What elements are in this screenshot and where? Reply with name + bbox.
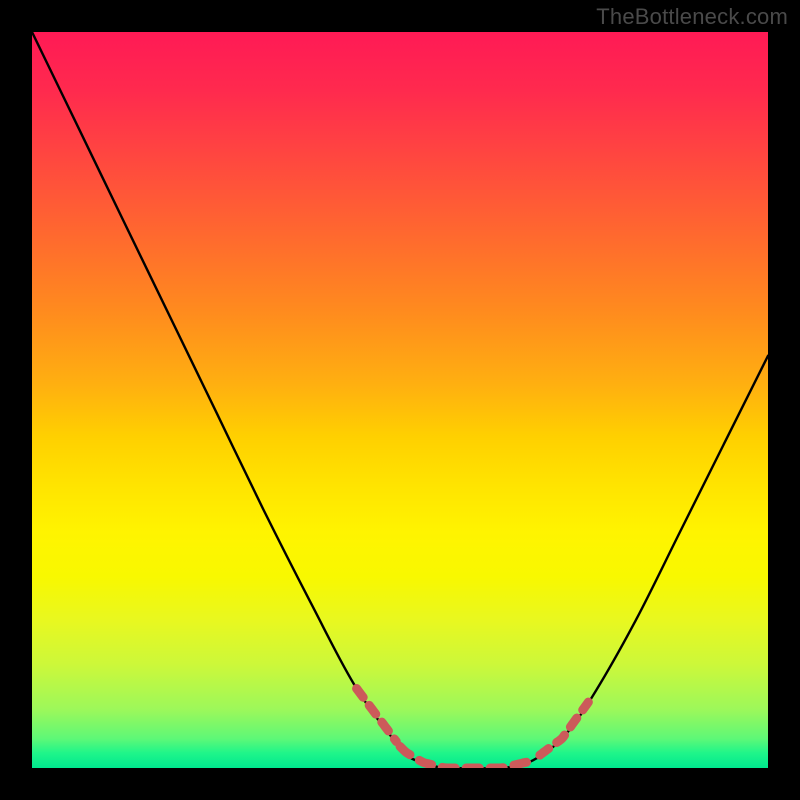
chart-curve [32, 32, 768, 768]
chart-dotted-right [540, 702, 589, 755]
chart-plot-area [32, 32, 768, 768]
chart-dotted-bottom [400, 746, 535, 768]
chart-svg [32, 32, 768, 768]
chart-curve-group [32, 32, 768, 768]
chart-dotted-left [357, 689, 397, 742]
watermark-text: TheBottleneck.com [596, 4, 788, 30]
chart-frame: TheBottleneck.com [0, 0, 800, 800]
